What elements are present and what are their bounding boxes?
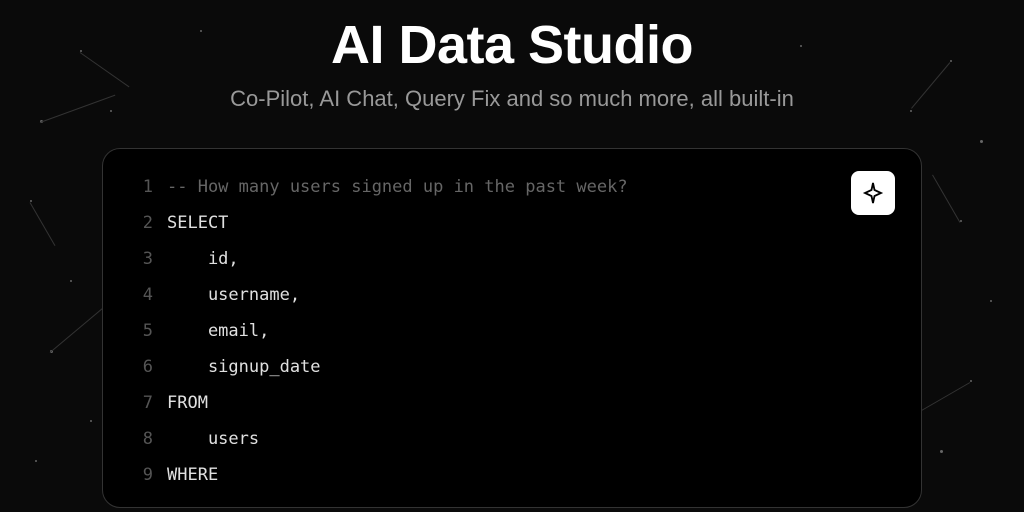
line-number: 3: [127, 241, 153, 277]
line-number: 2: [127, 205, 153, 241]
code-text: username,: [167, 277, 300, 313]
code-text: id,: [167, 241, 239, 277]
line-number: 4: [127, 277, 153, 313]
line-number: 6: [127, 349, 153, 385]
sparkle-icon: [861, 181, 885, 205]
page-subtitle: Co-Pilot, AI Chat, Query Fix and so much…: [230, 86, 794, 112]
line-number: 1: [127, 169, 153, 205]
code-line: 8 users: [127, 421, 897, 457]
code-text: WHERE: [167, 457, 218, 493]
code-text: SELECT: [167, 205, 228, 241]
code-text: signup_date: [167, 349, 321, 385]
ai-assist-button[interactable]: [851, 171, 895, 215]
line-number: 9: [127, 457, 153, 493]
code-text: -- How many users signed up in the past …: [167, 169, 628, 205]
line-number: 7: [127, 385, 153, 421]
code-line: 9 WHERE: [127, 457, 897, 493]
code-editor[interactable]: 1 -- How many users signed up in the past…: [102, 148, 922, 508]
code-line: 2 SELECT: [127, 205, 897, 241]
code-line: 6 signup_date: [127, 349, 897, 385]
page-title: AI Data Studio: [331, 14, 693, 76]
code-line: 7 FROM: [127, 385, 897, 421]
line-number: 5: [127, 313, 153, 349]
code-line: 3 id,: [127, 241, 897, 277]
code-text: FROM: [167, 385, 208, 421]
code-text: users: [167, 421, 259, 457]
line-number: 8: [127, 421, 153, 457]
code-line: 1 -- How many users signed up in the past…: [127, 169, 897, 205]
code-text: email,: [167, 313, 269, 349]
code-content: 1 -- How many users signed up in the past…: [127, 169, 897, 493]
code-line: 5 email,: [127, 313, 897, 349]
code-line: 4 username,: [127, 277, 897, 313]
